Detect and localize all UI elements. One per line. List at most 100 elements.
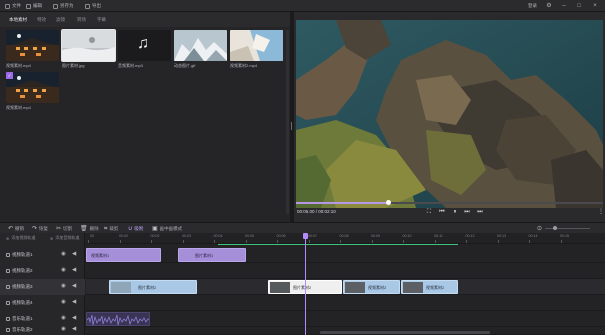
track-headers: ⊕ 添加视频轨道 ⊕ 添加音频轨道 视频轨道1 ◉ ◀ 视频轨道2 ◉ ◀ 视频轨道… [0, 233, 85, 335]
timeline-scrollbar[interactable] [320, 331, 490, 334]
crop-icon: ⌗ [104, 225, 108, 232]
ruler-label: 00:03 [182, 234, 191, 238]
ruler-label: 00:07 [308, 234, 317, 238]
tab-transitions[interactable]: 转场 [77, 16, 86, 23]
menu-export[interactable]: 导出 [85, 2, 101, 10]
media-item[interactable]: 视频素材2.mp4 [230, 30, 283, 68]
timeline-clip[interactable]: 视频素材1 [86, 248, 161, 262]
eye-icon[interactable]: ◉ [61, 252, 66, 258]
zoom-out-icon[interactable]: ⊙ [537, 225, 542, 232]
lock-icon[interactable] [6, 253, 10, 257]
playhead-handle[interactable] [303, 233, 308, 239]
timeline-clip[interactable]: 视频素材2 [343, 280, 400, 294]
ruler-label: 00:14 [528, 234, 538, 238]
tab-local-media[interactable]: 本地素材 [9, 16, 27, 23]
skip-back-icon[interactable]: ⏮ [438, 208, 446, 215]
media-item[interactable]: ✓ 视频素材.mp4 [6, 72, 59, 110]
audio-clip[interactable] [86, 312, 150, 326]
media-label: 图片素材.jpg [62, 63, 85, 68]
eye-icon[interactable]: ◉ [61, 268, 66, 274]
eye-icon[interactable]: ◉ [61, 284, 66, 290]
add-audio-track-label: 添加音频轨道 [55, 235, 80, 240]
timeline-clip[interactable]: 图片素材1 [178, 248, 246, 262]
library-scrollbar[interactable] [286, 30, 289, 214]
track-name: 视频轨道4 [12, 300, 33, 305]
lock-icon[interactable] [6, 328, 10, 332]
tab-filters[interactable]: 滤镜 [56, 16, 65, 23]
maximize-icon[interactable]: □ [575, 2, 583, 10]
ruler-label: 00:08 [339, 234, 349, 238]
audio-waveform [87, 314, 149, 325]
menu-edit[interactable]: 编辑 [26, 2, 42, 10]
snap-button[interactable]: ∪ 吸附 [128, 225, 143, 232]
volume-icon[interactable]: ◀ [72, 284, 76, 290]
playback-progress-bar[interactable] [296, 200, 603, 205]
menu-file[interactable]: 文件 [5, 2, 21, 10]
video-preview[interactable] [296, 20, 603, 208]
eye-icon[interactable]: ◉ [61, 316, 66, 322]
track-header[interactable]: 音乐轨道2 ◉ ◀ [0, 325, 85, 335]
login-button[interactable]: 登录 [528, 2, 537, 10]
playback-progress-handle[interactable] [385, 200, 391, 205]
delete-button[interactable]: 🗑 删除 [80, 225, 99, 232]
volume-icon[interactable]: ◀ [72, 300, 76, 306]
menu-bar: 文件 编辑 另存为 导出 登录 ⚙ – □ × [0, 0, 605, 12]
fullscreen-icon[interactable]: ⛶ [425, 208, 433, 215]
edit-toolbar: ↶ 撤销 ↷ 恢复 ✂ 切割 🗑 删除 ⌗ 裁剪 ∪ 吸附 ▣ 画中画模式 ⊙ [0, 222, 605, 233]
pip-mode-button[interactable]: ▣ 画中画模式 [152, 225, 182, 232]
track-header[interactable]: 视频轨道4 ◉ ◀ [0, 295, 85, 311]
ruler-tick [497, 240, 499, 243]
media-item-selected[interactable]: 图片素材.jpg [61, 29, 116, 68]
ice-video-thumbnail [230, 30, 283, 61]
add-video-track-button[interactable]: ⊕ 添加视频轨道 [6, 235, 35, 241]
minimize-icon[interactable]: – [560, 2, 568, 10]
library-tabs: 本地素材 特效 滤镜 转场 字幕 [0, 12, 290, 27]
media-item[interactable]: 视频素材.mp4 [6, 30, 59, 68]
ruler-tick [403, 240, 404, 243]
menu-save-as-label: 另存为 [60, 3, 74, 8]
tab-effects[interactable]: 特效 [37, 16, 46, 23]
track-name: 视频轨道3 [12, 284, 33, 289]
cut-button[interactable]: ✂ 切割 [56, 225, 72, 232]
volume-icon[interactable]: ◀ [72, 268, 76, 274]
ruler-tick [182, 240, 184, 243]
pause-icon[interactable]: ⏸ [451, 208, 459, 215]
lock-icon[interactable] [6, 269, 10, 273]
close-icon[interactable]: × [591, 2, 599, 10]
media-item[interactable]: 动态图片.gif [174, 30, 227, 68]
end-icon[interactable]: ⏭ [476, 208, 484, 215]
track-header[interactable]: 视频轨道2 ◉ ◀ [0, 263, 85, 279]
timeline-clip[interactable]: 视频素材2 [401, 280, 458, 294]
crop-button[interactable]: ⌗ 裁剪 [104, 225, 118, 232]
track-header[interactable]: 视频轨道1 ◉ ◀ [0, 247, 85, 263]
ruler-label: 00 [90, 234, 94, 238]
skip-forward-icon[interactable]: ⏭ [463, 208, 471, 215]
menu-save-as[interactable]: 另存为 [53, 2, 74, 10]
undo-button[interactable]: ↶ 撤销 [8, 225, 24, 232]
expand-icon[interactable]: ⋮ [597, 208, 605, 215]
lock-icon[interactable] [6, 285, 10, 289]
eye-icon[interactable]: ◉ [61, 327, 66, 333]
add-audio-track-button[interactable]: ⊕ 添加音频轨道 [50, 235, 79, 241]
timeline-clip[interactable]: 图片素材2 [109, 280, 197, 294]
undo-label: 撤销 [15, 225, 25, 231]
zoom-slider[interactable] [545, 226, 590, 230]
track-header-selected[interactable]: 视频轨道3 ◉ ◀ [0, 279, 85, 295]
volume-icon[interactable]: ◀ [72, 316, 76, 322]
lock-icon[interactable] [6, 317, 10, 321]
eye-icon[interactable]: ◉ [61, 300, 66, 306]
lock-icon[interactable] [6, 301, 10, 305]
volume-icon[interactable]: ◀ [72, 252, 76, 258]
time-ruler[interactable]: 00 00:02 00:02 00:03 00:04 00:05 00:06 00:07 00:… [86, 233, 605, 244]
media-label: 视频素材.mp4 [6, 63, 31, 68]
settings-icon[interactable]: ⚙ [545, 2, 553, 10]
media-label: 视频素材2.mp4 [230, 63, 258, 68]
media-item[interactable]: ♫ 音频素材.mp3 [118, 30, 171, 68]
preview-panel: 00:05.00 / 00:02:10 ⛶ ⏮ ⏸ ⏭ ⏭ ⋮ [294, 12, 605, 222]
track-name: 视频轨道1 [12, 252, 33, 257]
zoom-slider-handle[interactable] [553, 226, 557, 230]
volume-icon[interactable]: ◀ [72, 327, 76, 333]
tab-subtitles[interactable]: 字幕 [97, 16, 106, 23]
redo-button[interactable]: ↷ 恢复 [32, 225, 48, 232]
playhead[interactable] [303, 233, 308, 335]
